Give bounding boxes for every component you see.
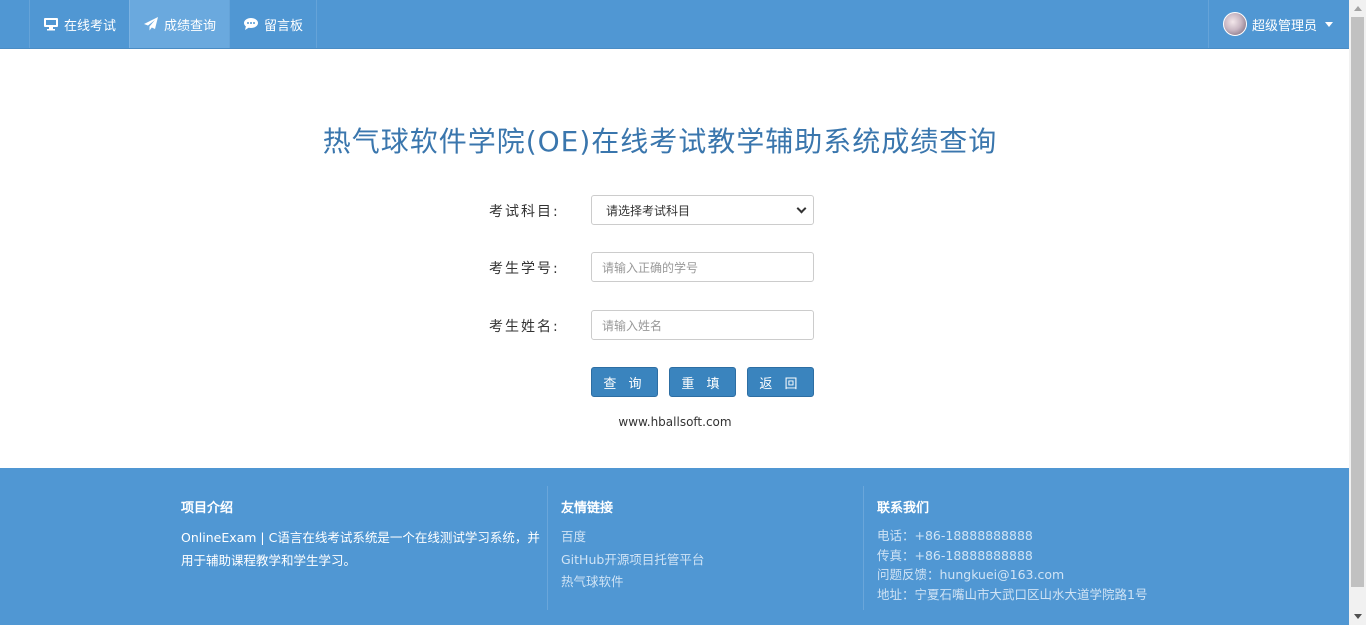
- footer-link-hballsoft[interactable]: 热气球软件: [561, 571, 847, 594]
- footer-intro: 项目介绍 OnlineExam | C语言在线考试系统是一个在线测试学习系统，并…: [181, 486, 541, 610]
- page-title: 热气球软件学院(OE)在线考试教学辅助系统成绩查询: [322, 125, 998, 158]
- subject-row: 考试科目: 请选择考试科目: [0, 195, 1349, 225]
- scrollbar-thumb[interactable]: [1351, 17, 1364, 587]
- scroll-up-arrow-icon[interactable]: [1349, 0, 1366, 17]
- nav-item-score-query[interactable]: 成绩查询: [129, 0, 230, 48]
- button-row: 查 询 重 填 返 回: [0, 367, 1349, 397]
- monitor-icon: [44, 18, 58, 31]
- avatar: [1222, 12, 1247, 36]
- nav-item-message-board[interactable]: 留言板: [229, 0, 318, 48]
- query-button[interactable]: 查 询: [591, 367, 658, 397]
- site-url: www.hballsoft.com: [618, 415, 732, 429]
- footer: 项目介绍 OnlineExam | C语言在线考试系统是一个在线测试学习系统，并…: [0, 468, 1349, 625]
- user-menu[interactable]: 超级管理员: [1207, 0, 1349, 48]
- footer-link-github[interactable]: GitHub开源项目托管平台: [561, 549, 847, 572]
- reset-button[interactable]: 重 填: [669, 367, 736, 397]
- student-id-label: 考生学号:: [489, 261, 560, 277]
- student-name-placeholder: 请输入姓名: [602, 318, 663, 333]
- top-navbar: 在线考试 成绩查询 留言板 超级管理员: [0, 0, 1349, 49]
- student-name-input[interactable]: 请输入姓名: [591, 310, 814, 340]
- chevron-down-icon: [1325, 21, 1333, 27]
- nav-item-label: 在线考试: [64, 18, 117, 34]
- comment-icon: [244, 18, 259, 30]
- footer-links: 友情链接 百度 GitHub开源项目托管平台 热气球软件: [547, 486, 847, 610]
- student-id-input[interactable]: 请输入正确的学号: [591, 252, 814, 282]
- nav-item-label: 成绩查询: [164, 18, 217, 34]
- contact-phone: 电话：+86-18888888888: [877, 528, 1033, 543]
- footer-intro-title: 项目介绍: [181, 501, 234, 516]
- contact-address: 地址：宁夏石嘴山市大武口区山水大道学院路1号: [877, 586, 1148, 602]
- nav-item-online-exam[interactable]: 在线考试: [29, 0, 129, 48]
- footer-intro-text: OnlineExam | C语言在线考试系统是一个在线测试学习系统，并用于辅助课…: [181, 530, 540, 568]
- contact-feedback: 问题反馈：hungkuei@163.com: [877, 567, 1065, 582]
- nav-menu: 在线考试 成绩查询 留言板: [29, 0, 318, 48]
- vertical-scrollbar[interactable]: [1349, 0, 1366, 625]
- student-name-row: 考生姓名: 请输入姓名: [0, 310, 1349, 340]
- paper-plane-icon: [144, 17, 159, 31]
- student-id-row: 考生学号: 请输入正确的学号: [0, 252, 1349, 282]
- user-name: 超级管理员: [1251, 18, 1317, 34]
- nav-item-label: 留言板: [264, 18, 304, 34]
- scroll-down-arrow-icon[interactable]: [1349, 608, 1366, 625]
- student-name-label: 考生姓名:: [489, 319, 560, 335]
- subject-label: 考试科目:: [489, 204, 560, 220]
- contact-fax: 传真：+86-18888888888: [877, 547, 1033, 563]
- subject-select[interactable]: 请选择考试科目: [591, 195, 814, 225]
- footer-link-baidu[interactable]: 百度: [561, 526, 847, 549]
- footer-contact-title: 联系我们: [877, 501, 930, 516]
- footer-links-title: 友情链接: [561, 501, 614, 516]
- chevron-down-icon: [796, 203, 807, 213]
- footer-contact: 联系我们 电话：+86-18888888888 传真：+86-188888888…: [863, 486, 1183, 610]
- student-id-placeholder: 请输入正确的学号: [602, 260, 699, 275]
- back-button[interactable]: 返 回: [747, 367, 814, 397]
- subject-select-value: 请选择考试科目: [606, 203, 691, 218]
